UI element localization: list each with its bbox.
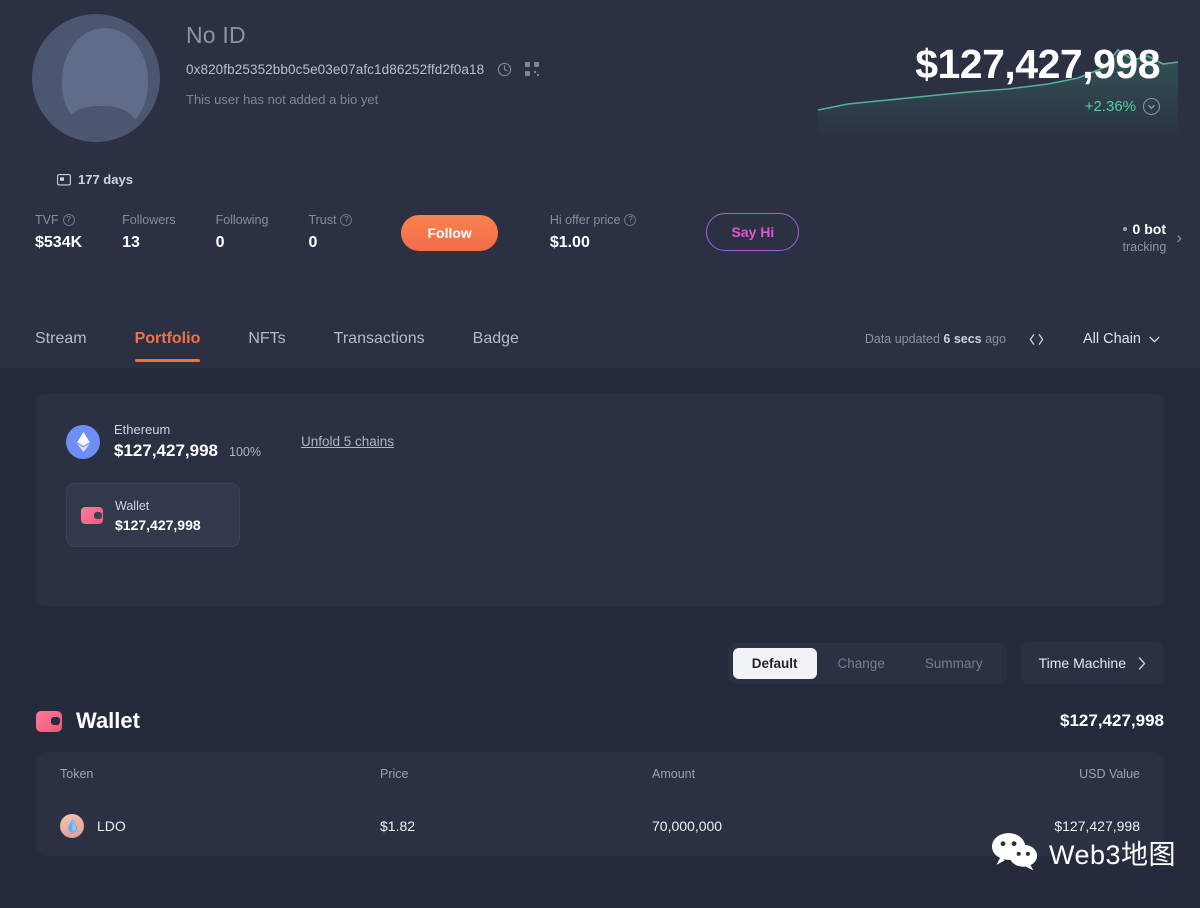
view-filter-row: Default Change Summary Time Machine [36, 642, 1164, 684]
wallet-section-title: Wallet [76, 708, 140, 733]
profile-info: No ID 0x820fb25352bb0c5e03e07afc1d86252f… [186, 14, 540, 142]
stat-followers[interactable]: Followers 13 [122, 213, 176, 252]
chain-info: Ethereum $127,427,998 100% [114, 422, 261, 461]
stats-row: TVF ? $534K Followers 13 Following 0 Tru… [35, 213, 1200, 254]
account-age-badge: 177 days [57, 172, 1200, 187]
cell-token: LDO [60, 814, 380, 838]
view-segment-control: Default Change Summary [727, 642, 1007, 684]
chevron-down-circle-icon[interactable] [1143, 98, 1160, 115]
cell-price: $1.82 [380, 818, 416, 834]
chevron-right-icon [1138, 656, 1146, 670]
bot-subtitle: tracking [1122, 240, 1167, 254]
wallet-address: 0x820fb25352bb0c5e03e07afc1d86252ffd2f0a… [186, 61, 485, 77]
stat-tvf-label: TVF ? [35, 213, 82, 227]
refresh-icon[interactable] [1028, 331, 1045, 348]
avatar[interactable] [32, 14, 160, 142]
help-icon[interactable]: ? [340, 214, 353, 226]
say-hi-button[interactable]: Say Hi [706, 213, 800, 251]
tab-stream[interactable]: Stream [35, 316, 87, 362]
qr-code-icon[interactable] [524, 61, 540, 77]
chain-value-row: $127,427,998 100% [114, 441, 261, 461]
calendar-icon [57, 174, 71, 186]
wallet-section-header: Wallet $127,427,998 [36, 708, 1164, 734]
change-row: +2.36% [915, 98, 1160, 115]
segment-change[interactable]: Change [819, 648, 904, 679]
tab-nfts[interactable]: NFTs [248, 316, 285, 362]
stat-trust: Trust ? 0 [308, 213, 353, 252]
ethereum-icon [66, 424, 100, 459]
ldo-token-icon [60, 814, 84, 838]
profile-bio: This user has not added a bio yet [186, 92, 379, 107]
hi-offer-price-label: Hi offer price ? [550, 213, 637, 227]
unfold-chains-link[interactable]: Unfold 5 chains [301, 434, 394, 449]
stat-following[interactable]: Following 0 [216, 213, 269, 252]
stat-tvf: TVF ? $534K [35, 213, 82, 252]
stat-tvf-value: $534K [35, 234, 83, 251]
chain-header: Ethereum $127,427,998 100% Unfold 5 chai… [66, 422, 1134, 461]
address-row: 0x820fb25352bb0c5e03e07afc1d86252ffd2f0a… [186, 61, 540, 77]
time-machine-button[interactable]: Time Machine [1020, 642, 1164, 684]
copy-icon[interactable] [496, 61, 512, 77]
token-name: LDO [97, 818, 126, 834]
wallet-chip-value: $127,427,998 [115, 517, 201, 533]
stat-followers-value: 13 [122, 234, 140, 251]
column-header-price: Price [380, 767, 409, 781]
profile-header: No ID 0x820fb25352bb0c5e03e07afc1d86252f… [0, 0, 1200, 310]
stat-trust-value: 0 [308, 234, 318, 251]
help-icon[interactable]: ? [624, 214, 637, 226]
table-row[interactable]: LDO $1.82 70,000,000 $127,427,998 [60, 796, 1140, 856]
follow-button[interactable]: Follow [401, 215, 498, 251]
stat-following-value: 0 [215, 234, 225, 251]
page-title: No ID [186, 22, 246, 48]
bot-tracking[interactable]: 0 bot tracking › [1122, 221, 1182, 254]
data-updated-status: Data updated 6 secs ago [864, 332, 1006, 346]
wallet-chip-name: Wallet [115, 499, 150, 513]
chevron-right-icon: › [1176, 227, 1182, 247]
wallet-icon [36, 710, 62, 732]
token-cell: LDO [60, 814, 380, 838]
total-value-block: $127,427,998 +2.36% [915, 44, 1160, 115]
chain-filter-dropdown[interactable]: All Chain [1083, 331, 1160, 347]
tab-badge[interactable]: Badge [473, 316, 519, 362]
chain-percent: 100% [229, 445, 261, 459]
chain-name: Ethereum [114, 422, 171, 437]
account-age-label: 177 days [78, 172, 133, 187]
cell-usd-value: $127,427,998 [1054, 818, 1140, 834]
wallet-section-total: $127,427,998 [1060, 711, 1164, 730]
stat-following-label: Following [215, 213, 269, 227]
column-header-token: Token [60, 767, 94, 781]
wallet-chip-text: Wallet $127,427,998 [115, 497, 201, 533]
hi-offer-price-value: $1.00 [549, 234, 590, 251]
help-icon[interactable]: ? [62, 214, 75, 226]
stat-followers-label: Followers [122, 213, 176, 227]
portfolio-body: Ethereum $127,427,998 100% Unfold 5 chai… [0, 394, 1200, 908]
wallet-icon [81, 506, 103, 524]
segment-default[interactable]: Default [732, 647, 817, 679]
stat-trust-label: Trust ? [308, 213, 353, 227]
chain-summary-card: Ethereum $127,427,998 100% Unfold 5 chai… [36, 394, 1164, 606]
segment-summary[interactable]: Summary [906, 648, 1002, 679]
stat-hi-offer-price: Hi offer price ? $1.00 [550, 213, 637, 252]
chevron-down-icon [1149, 336, 1160, 342]
tab-transactions[interactable]: Transactions [334, 316, 425, 362]
bot-text: 0 bot tracking [1122, 221, 1167, 254]
change-percent: +2.36% [1084, 98, 1136, 115]
cell-amount: 70,000,000 [652, 818, 723, 834]
time-machine-label: Time Machine [1038, 655, 1126, 671]
chain-filter-label: All Chain [1082, 331, 1141, 347]
wallet-chip[interactable]: Wallet $127,427,998 [66, 483, 240, 547]
column-header-usd-value: USD Value [1079, 767, 1140, 781]
total-portfolio-value: $127,427,998 [915, 41, 1160, 87]
tabbar-right: Data updated 6 secs ago All Chain [865, 331, 1160, 348]
bot-count: 0 bot [1122, 221, 1167, 237]
status-dot-icon [1122, 227, 1127, 231]
tab-portfolio[interactable]: Portfolio [134, 316, 200, 362]
column-header-amount: Amount [652, 767, 696, 781]
main-tabbar: Stream Portfolio NFTs Transactions Badge… [0, 310, 1200, 368]
avatar-shadow [66, 106, 136, 142]
chain-value: $127,427,998 [114, 441, 218, 460]
token-table: Token Price Amount USD Value LDO $1.82 7 [36, 752, 1164, 856]
table-header-row: Token Price Amount USD Value [60, 752, 1140, 796]
